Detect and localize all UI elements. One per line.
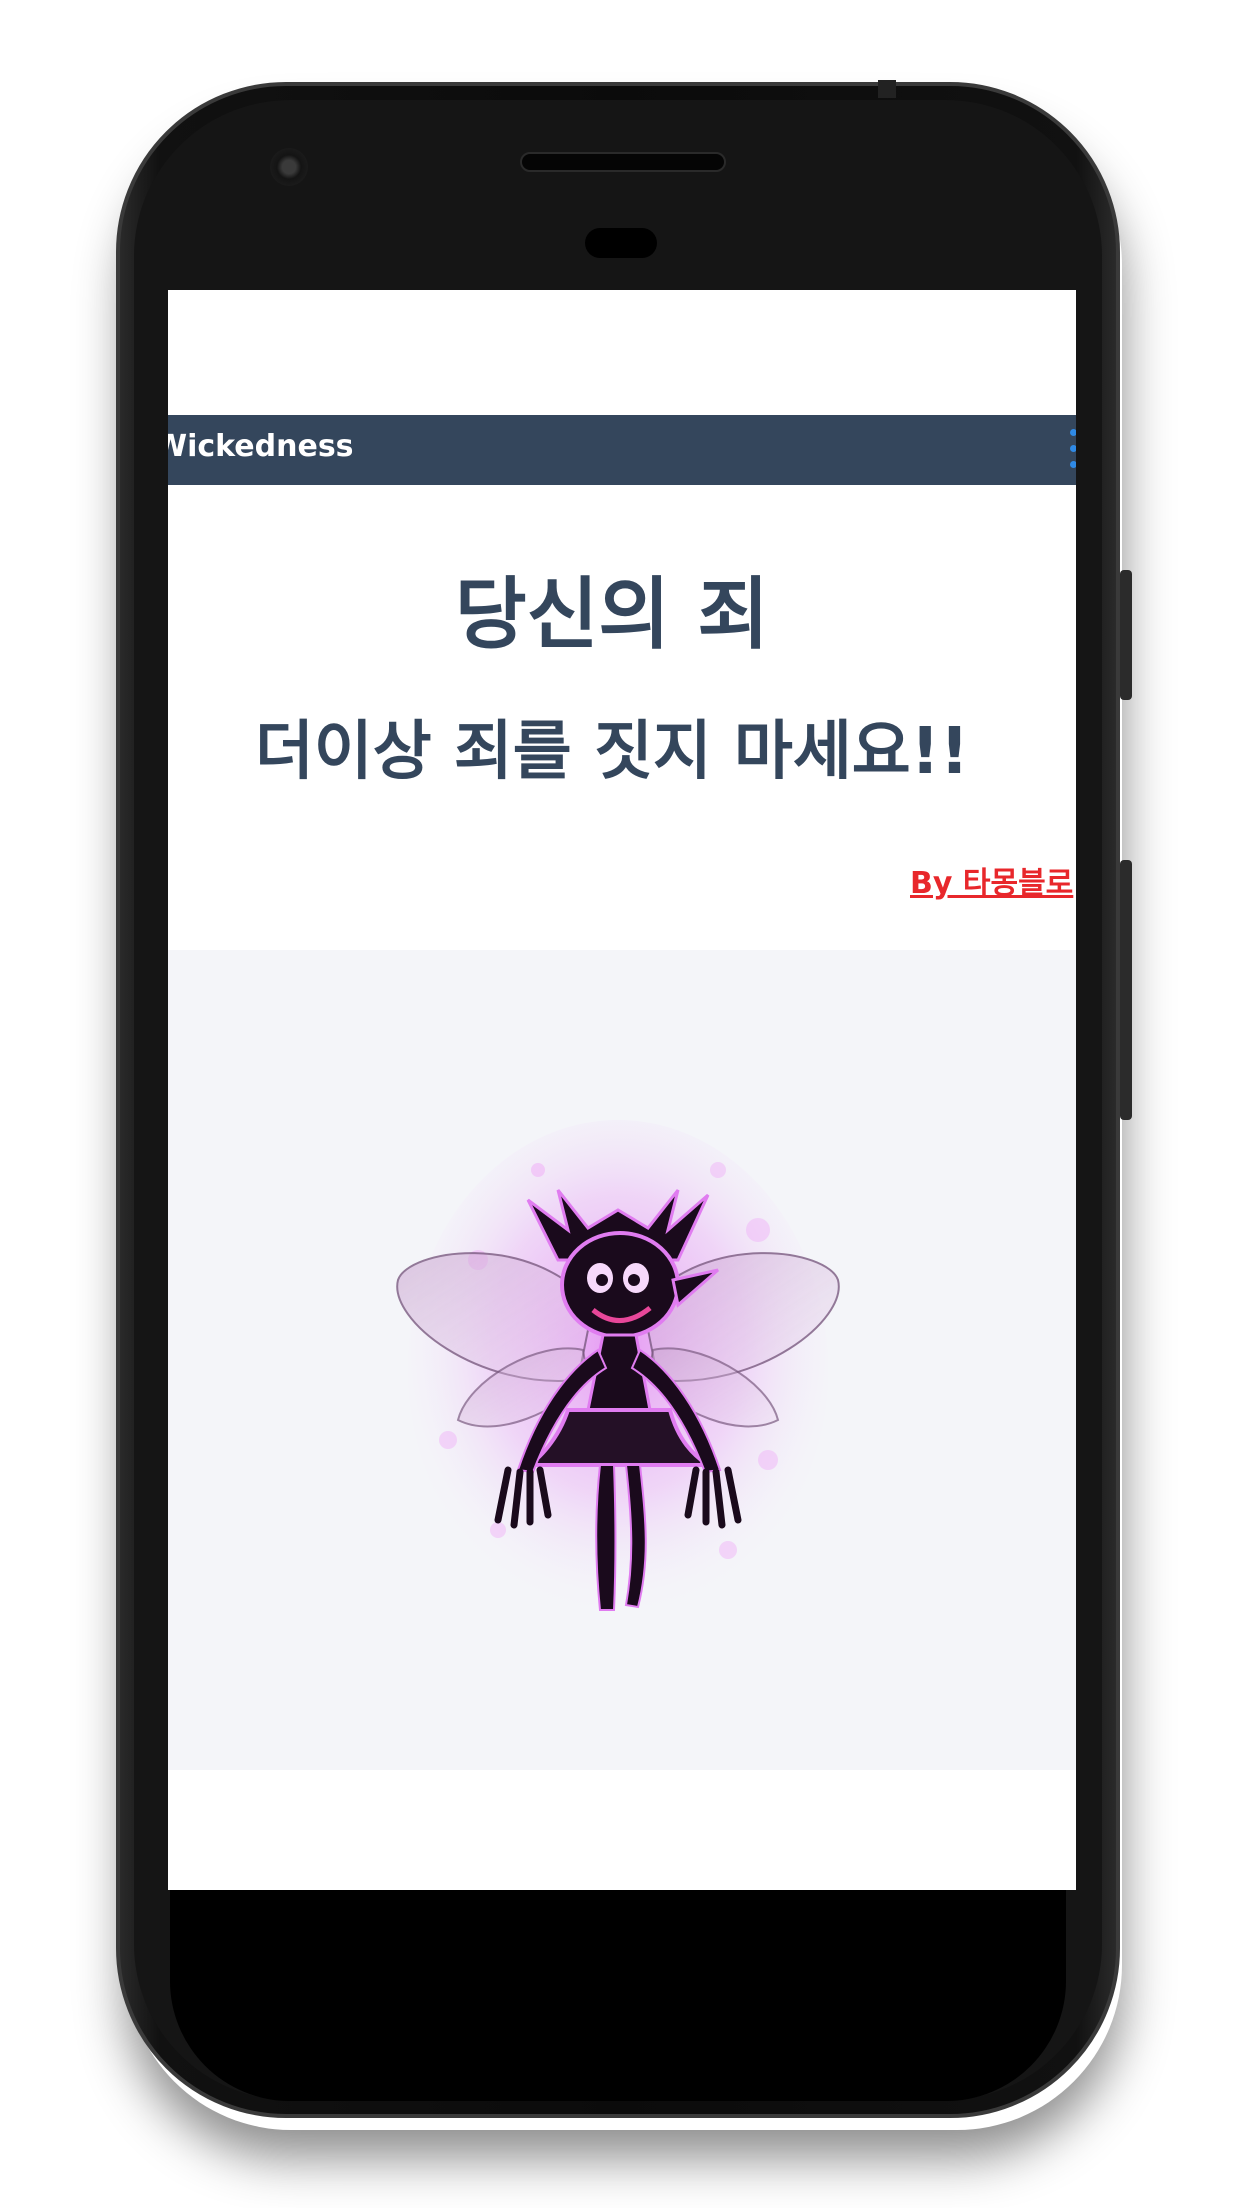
app-title: Wickedness [168, 429, 354, 464]
author-link[interactable]: By 타몽블로 [910, 858, 1073, 902]
bottom-bezel [170, 1886, 1066, 2101]
power-button [1120, 860, 1132, 1120]
device-mockup: Wickedness 당신의 죄 더이상 죄를 짓지 마세요!! By 타몽블로 [0, 0, 1242, 2208]
page-title: 당신의 죄 [454, 570, 770, 660]
proximity-sensor [585, 228, 657, 258]
earpiece-speaker [520, 152, 726, 172]
page-subtitle: 더이상 죄를 짓지 마세요!! [254, 715, 970, 789]
illustration-panel [168, 950, 1076, 1770]
app-screen: Wickedness 당신의 죄 더이상 죄를 짓지 마세요!! By 타몽블로 [168, 290, 1076, 1890]
dark-fairy-illustration [396, 1120, 840, 1620]
app-toolbar: Wickedness [168, 415, 1076, 485]
front-camera-icon [270, 148, 308, 186]
volume-button [1120, 570, 1132, 700]
top-edge-notch [878, 80, 896, 98]
overflow-menu-icon[interactable] [1068, 423, 1076, 475]
